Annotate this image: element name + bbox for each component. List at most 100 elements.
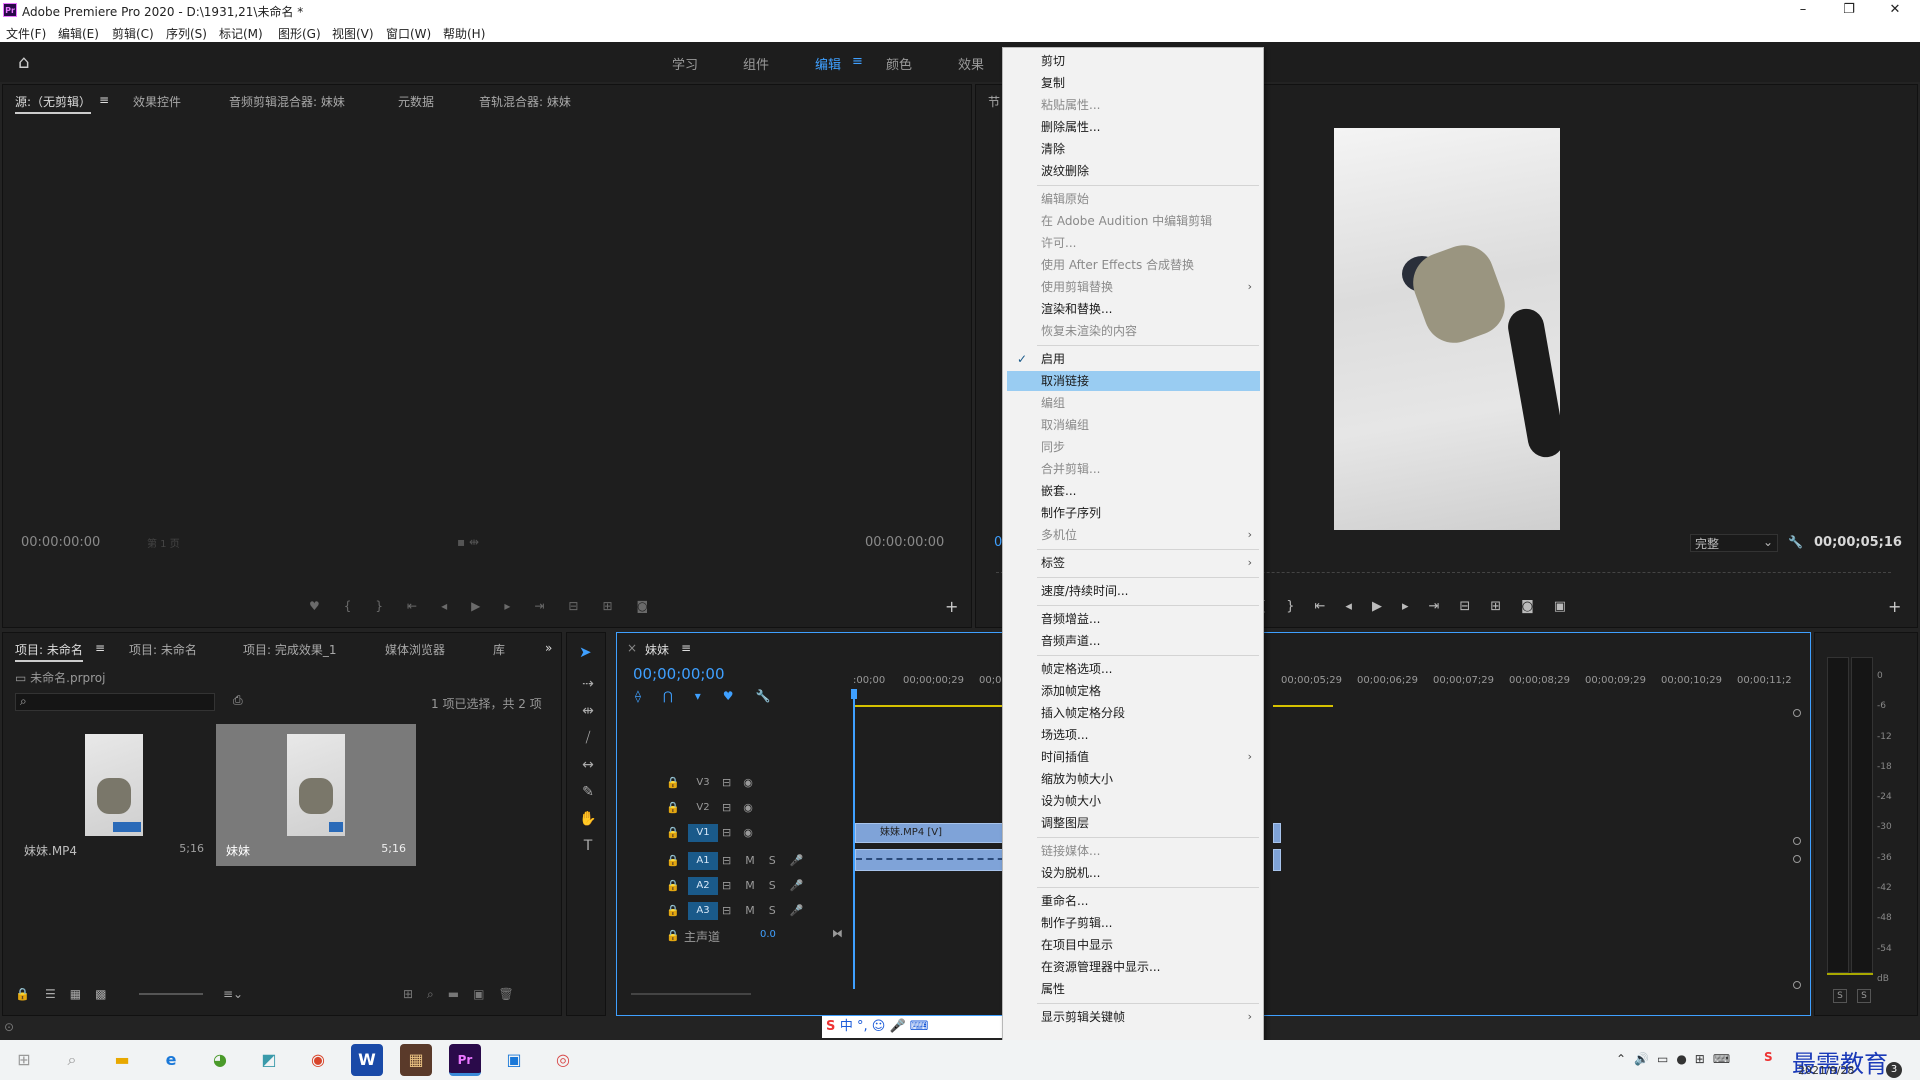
audio-clip-end[interactable] bbox=[1273, 849, 1281, 871]
ime-toolbar[interactable]: S 中 °, ☺ 🎤 ⌨ bbox=[822, 1016, 1002, 1038]
track-toggle-icons[interactable]: ⊟◉ bbox=[722, 776, 765, 789]
menu-clip[interactable]: 剪辑(C) bbox=[112, 25, 154, 42]
menu-sequence[interactable]: 序列(S) bbox=[166, 25, 207, 42]
source-transport-controls[interactable]: ♥{}⇤◂▶▸⇥⊟⊞◙ bbox=[309, 599, 672, 613]
menu-item[interactable]: 调整图层 bbox=[1007, 813, 1260, 833]
zoom-slider[interactable] bbox=[139, 993, 203, 995]
menu-window[interactable]: 窗口(W) bbox=[386, 25, 431, 42]
timeline-toolbar-icons[interactable]: ⟠⋂▾♥🔧 bbox=[635, 689, 793, 703]
solo-right-button[interactable]: S bbox=[1857, 989, 1871, 1003]
tab-effect-controls[interactable]: 效果控件 bbox=[133, 93, 181, 110]
wrench-icon[interactable]: 🔧 bbox=[1788, 535, 1803, 549]
tab-metadata[interactable]: 元数据 bbox=[398, 93, 434, 110]
menu-item[interactable]: 音频增益... bbox=[1007, 609, 1260, 629]
start-icon[interactable]: ⊞ bbox=[8, 1044, 40, 1076]
edge-icon[interactable]: e bbox=[155, 1044, 187, 1076]
workspace-effects[interactable]: 效果 bbox=[958, 54, 984, 73]
video-clip-end[interactable] bbox=[1273, 823, 1281, 843]
explorer-icon[interactable]: ▬ bbox=[106, 1044, 138, 1076]
menu-item[interactable]: 缩放为帧大小 bbox=[1007, 769, 1260, 789]
track-label[interactable]: V1 bbox=[688, 824, 718, 842]
app-icon[interactable]: ◩ bbox=[253, 1044, 285, 1076]
close-sequence-icon[interactable]: × bbox=[627, 641, 637, 655]
app-icon[interactable]: ◎ bbox=[547, 1044, 579, 1076]
program-transport-controls[interactable]: {}⇤◂▶▸⇥⊟⊞◙▣ bbox=[1258, 599, 1586, 614]
more-tabs-icon[interactable]: » bbox=[545, 641, 552, 655]
horizontal-zoom-bar[interactable] bbox=[631, 993, 751, 995]
workspace-assembly[interactable]: 组件 bbox=[743, 54, 769, 73]
track-toggle-icons[interactable]: ⊟◉ bbox=[722, 801, 765, 814]
tab-menu-icon[interactable]: ≡ bbox=[99, 93, 109, 107]
tab-project-2[interactable]: 项目: 未命名 bbox=[129, 641, 197, 658]
master-value[interactable]: 0.0 bbox=[760, 929, 776, 940]
tab-audio-clip-mixer[interactable]: 音频剪辑混合器: 妹妹 bbox=[229, 93, 345, 110]
track-label[interactable]: A3 bbox=[688, 902, 718, 920]
tab-project[interactable]: 项目: 未命名 bbox=[15, 641, 83, 662]
menu-view[interactable]: 视图(V) bbox=[332, 25, 374, 42]
menu-item[interactable]: 在资源管理器中显示... bbox=[1007, 957, 1260, 977]
workspace-color[interactable]: 颜色 bbox=[886, 54, 912, 73]
new-bin-icon[interactable]: ⎙ bbox=[233, 693, 243, 708]
menu-item[interactable]: 属性 bbox=[1007, 979, 1260, 999]
menu-item[interactable]: 清除 bbox=[1007, 139, 1260, 159]
menu-item[interactable]: 重命名... bbox=[1007, 891, 1260, 911]
lock-icon[interactable]: 🔒 bbox=[666, 904, 680, 917]
project-item-sequence[interactable]: 妹妹 5;16 bbox=[216, 724, 416, 866]
track-label[interactable]: V2 bbox=[688, 799, 718, 817]
lock-icon[interactable]: 🔒 bbox=[666, 879, 680, 892]
project-tab-menu-icon[interactable]: ≡ bbox=[95, 641, 105, 655]
work-area-bar[interactable] bbox=[853, 705, 1027, 707]
workspace-learn[interactable]: 学习 bbox=[672, 54, 698, 73]
menu-item[interactable]: 速度/持续时间... bbox=[1007, 581, 1260, 601]
scroll-handle[interactable] bbox=[1793, 855, 1801, 863]
chrome-icon[interactable]: ◉ bbox=[302, 1044, 334, 1076]
menu-item[interactable]: 复制 bbox=[1007, 73, 1260, 93]
menu-item[interactable]: ✓ 启用 bbox=[1007, 349, 1260, 369]
work-area-bar-end[interactable] bbox=[1273, 705, 1333, 707]
track-mute-solo-icons[interactable]: ⊟MS🎤 bbox=[722, 904, 817, 917]
workspace-editing[interactable]: 编辑 bbox=[815, 54, 841, 73]
workspace-menu-icon[interactable]: ≡ bbox=[852, 54, 863, 69]
system-tray-icons[interactable]: ⌃🔊▭●⊞⌨ bbox=[1616, 1052, 1738, 1066]
minimize-button[interactable]: – bbox=[1780, 0, 1826, 22]
menu-item[interactable]: 剪切 bbox=[1007, 51, 1260, 71]
project-search-input[interactable]: ⌕ bbox=[15, 693, 215, 711]
premiere-icon[interactable]: Pr bbox=[449, 1044, 481, 1076]
lock-icon[interactable]: 🔒 bbox=[15, 987, 30, 1001]
tab-project-3[interactable]: 项目: 完成效果_1 bbox=[243, 641, 337, 658]
sequence-tab[interactable]: 妹妹 bbox=[645, 641, 669, 658]
menu-item[interactable]: 插入帧定格分段 bbox=[1007, 703, 1260, 723]
tab-program[interactable]: 节 bbox=[988, 93, 1000, 110]
track-label[interactable]: A2 bbox=[688, 877, 718, 895]
track-mute-solo-icons[interactable]: ⊟MS🎤 bbox=[722, 879, 817, 892]
track-mute-solo-icons[interactable]: ⊟MS🎤 bbox=[722, 854, 817, 867]
audio-clip[interactable] bbox=[855, 849, 1025, 871]
app-icon[interactable]: ▣ bbox=[498, 1044, 530, 1076]
scroll-handle[interactable] bbox=[1793, 709, 1801, 717]
menu-item[interactable]: 制作子剪辑... bbox=[1007, 913, 1260, 933]
track-label[interactable]: V3 bbox=[688, 774, 718, 792]
menu-item[interactable]: 波纹删除 bbox=[1007, 161, 1260, 181]
tab-media-browser[interactable]: 媒体浏览器 bbox=[385, 641, 445, 658]
notification-badge[interactable]: 3 bbox=[1886, 1062, 1902, 1078]
fit-select[interactable]: 完整 ⌄ bbox=[1690, 534, 1778, 552]
scroll-handle[interactable] bbox=[1793, 837, 1801, 845]
project-bottom-actions[interactable]: ⊞⌕▬▣🗑 bbox=[403, 987, 528, 1002]
add-button[interactable]: + bbox=[945, 597, 958, 616]
sort-icon[interactable]: ≡⌄ bbox=[223, 987, 243, 1001]
word-icon[interactable]: W bbox=[351, 1044, 383, 1076]
sequence-tab-menu-icon[interactable]: ≡ bbox=[681, 641, 691, 655]
menu-edit[interactable]: 编辑(E) bbox=[58, 25, 99, 42]
settings-icon[interactable]: ▪ ⇹ bbox=[457, 535, 479, 549]
menu-item[interactable]: 设为帧大小 bbox=[1007, 791, 1260, 811]
menu-item[interactable]: 渲染和替换... bbox=[1007, 299, 1260, 319]
menu-item[interactable]: 设为脱机... bbox=[1007, 863, 1260, 883]
track-toggle-icons[interactable]: ⊟◉ bbox=[722, 826, 765, 839]
lock-icon[interactable]: 🔒 bbox=[666, 801, 680, 814]
menu-file[interactable]: 文件(F) bbox=[6, 25, 46, 42]
lock-icon[interactable]: 🔒 bbox=[666, 826, 680, 839]
menu-item[interactable]: 标签 › bbox=[1007, 553, 1260, 573]
menu-item[interactable]: 删除属性... bbox=[1007, 117, 1260, 137]
tab-source[interactable]: 源:（无剪辑） bbox=[15, 93, 92, 114]
lock-icon[interactable]: 🔒 bbox=[666, 854, 680, 867]
